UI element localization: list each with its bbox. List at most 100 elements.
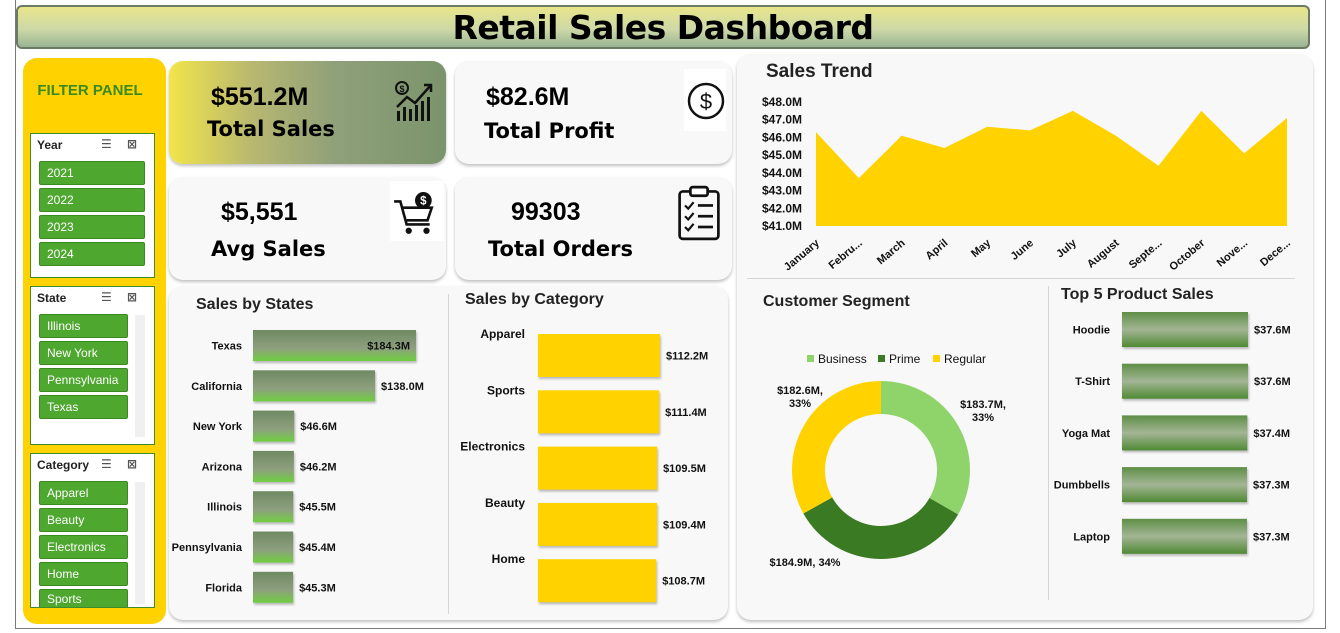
y-tick-label: $48.0M — [762, 95, 802, 109]
category-slicer-label: Category — [37, 458, 90, 472]
bar-data-label: $138.0M — [381, 381, 424, 393]
multi-select-icon[interactable]: ☰ — [101, 137, 112, 151]
multi-select-icon[interactable]: ☰ — [101, 457, 112, 471]
slicer-item-2021[interactable]: 2021 — [39, 161, 145, 185]
bar-data-label: $37.3M — [1253, 531, 1290, 543]
bar-category-label: Yoga Mat — [1062, 428, 1110, 440]
y-tick-label: $41.0M — [762, 219, 802, 233]
slicer-item-2023[interactable]: 2023 — [39, 215, 145, 239]
donut-data-label: $184.9M, 34% — [770, 557, 841, 569]
bar — [538, 446, 658, 490]
bar — [538, 334, 660, 377]
bar — [253, 410, 295, 442]
year-slicer-label: Year — [37, 138, 63, 152]
y-tick-label: $46.0M — [762, 130, 802, 144]
bar-category-label: Illinois — [207, 502, 242, 514]
bar-category-label: California — [191, 381, 243, 393]
bar — [253, 370, 376, 402]
bar-data-label: $37.3M — [1253, 480, 1290, 492]
donut-data-label: $183.7M, 33% — [960, 399, 1006, 424]
bar-data-label: $111.4M — [665, 407, 707, 419]
slicer-item-illinois[interactable]: Illinois — [39, 314, 128, 338]
bar — [253, 450, 294, 482]
legend-swatch — [933, 355, 940, 362]
total-sales-label: Total Sales — [207, 117, 335, 141]
slicer-scrollbar[interactable] — [135, 315, 145, 437]
bar-category-label: Beauty — [485, 496, 525, 510]
y-tick-label: $44.0M — [762, 166, 802, 180]
title-bar: Retail Sales Dashboard — [16, 5, 1310, 49]
year-slicer: Year ☰ ⊠ 2021 2022 2023 2024 — [30, 133, 155, 278]
x-tick-label: Nove... — [1215, 237, 1250, 269]
dollar-coin-icon: $ — [687, 82, 725, 120]
bar — [253, 571, 294, 603]
top-products-title: Top 5 Product Sales — [1061, 286, 1214, 303]
donut-slice — [803, 497, 959, 559]
slicer-item-apparel[interactable]: Apparel — [39, 481, 128, 505]
sales-trend-chart: $41.0M $42.0M $43.0M $44.0M $45.0M $46.0M $47.… — [762, 95, 1293, 273]
bar — [538, 502, 657, 546]
slicer-item-sports[interactable]: Sports — [39, 589, 128, 607]
total-sales-value: $551.2M — [211, 83, 309, 111]
slicer-item-2022[interactable]: 2022 — [39, 188, 145, 212]
clear-filter-icon[interactable]: ⊠ — [127, 137, 137, 151]
bar-category-label: Hoodie — [1073, 325, 1110, 337]
sales-by-states-chart: Texas $184.3M California $138.0M New York $46… — [172, 330, 424, 603]
growth-chart-icon: $ — [395, 81, 433, 121]
top-products-chart: Hoodie $37.6M T-Shirt $37.6M Yoga Mat $37.4M D… — [1054, 312, 1291, 554]
svg-text:$: $ — [420, 196, 427, 208]
bar-data-label: $37.6M — [1254, 325, 1291, 337]
sales-by-category-title: Sales by Category — [465, 291, 604, 308]
legend-label: Regular — [944, 352, 986, 366]
slicer-item-beauty[interactable]: Beauty — [39, 508, 128, 532]
bar-category-label: Florida — [205, 582, 243, 594]
slicer-item-texas[interactable]: Texas — [39, 395, 128, 419]
slicer-item-new-york[interactable]: New York — [39, 341, 128, 365]
shopping-cart-icon: $ — [394, 192, 434, 234]
total-orders-value: 99303 — [511, 198, 581, 226]
bar-data-label: $37.4M — [1253, 428, 1290, 440]
slicer-scrollbar[interactable] — [135, 482, 145, 604]
bar-data-label: $112.2M — [666, 351, 708, 363]
slicer-item-2024[interactable]: 2024 — [39, 242, 145, 266]
x-tick-label: August — [1085, 237, 1122, 271]
bar — [538, 390, 660, 434]
bar-category-label: Laptop — [1073, 531, 1110, 543]
multi-select-icon[interactable]: ☰ — [101, 290, 112, 304]
bar-category-label: Sports — [487, 383, 525, 397]
x-tick-label: June — [1009, 237, 1036, 263]
state-slicer: State ☰ ⊠ Illinois New York Pennsylvania… — [30, 286, 155, 445]
avg-sales-card: $5,551 Avg Sales $ — [169, 177, 446, 280]
state-slicer-label: State — [37, 291, 67, 305]
filter-panel: FILTER PANEL Year ☰ ⊠ 2021 2022 2023 202… — [23, 58, 166, 624]
total-profit-label: Total Profit — [484, 119, 615, 143]
sales-trend-area — [816, 110, 1287, 226]
clipboard-checklist-icon — [678, 185, 720, 241]
slicer-item-pennsylvania[interactable]: Pennsylvania — [39, 368, 128, 392]
customer-segment-title: Customer Segment — [763, 293, 910, 310]
bar — [1122, 363, 1248, 399]
svg-text:$: $ — [399, 84, 404, 94]
avg-sales-label: Avg Sales — [211, 237, 326, 261]
x-tick-label: Septe... — [1127, 237, 1165, 271]
slicer-item-home[interactable]: Home — [39, 562, 128, 586]
total-profit-card: $82.6M Total Profit $ — [455, 61, 732, 164]
sales-by-category-chart: Apparel $112.2M Sports $111.4M Electronics $1… — [460, 327, 708, 603]
donut-data-label: $182.6M, 33% — [777, 385, 823, 410]
clear-filter-icon[interactable]: ⊠ — [127, 457, 137, 471]
total-sales-card: $551.2M Total Sales $ — [169, 61, 446, 164]
category-slicer: Category ☰ ⊠ Apparel Beauty Electronics … — [30, 453, 155, 608]
y-tick-label: $42.0M — [762, 201, 802, 215]
bar-category-label: Pennsylvania — [172, 542, 243, 554]
bar — [1122, 415, 1248, 451]
legend-swatch — [807, 355, 814, 362]
bar-category-label: Arizona — [202, 461, 243, 473]
bar-data-label: $109.5M — [663, 463, 706, 475]
bar-category-label: Electronics — [460, 440, 525, 454]
clear-filter-icon[interactable]: ⊠ — [127, 290, 137, 304]
slicer-item-electronics[interactable]: Electronics — [39, 535, 128, 559]
x-tick-label: May — [969, 237, 994, 261]
bar-data-label: $45.3M — [299, 582, 336, 594]
bar-data-label: $108.7M — [662, 576, 705, 588]
svg-text:$: $ — [700, 89, 712, 114]
